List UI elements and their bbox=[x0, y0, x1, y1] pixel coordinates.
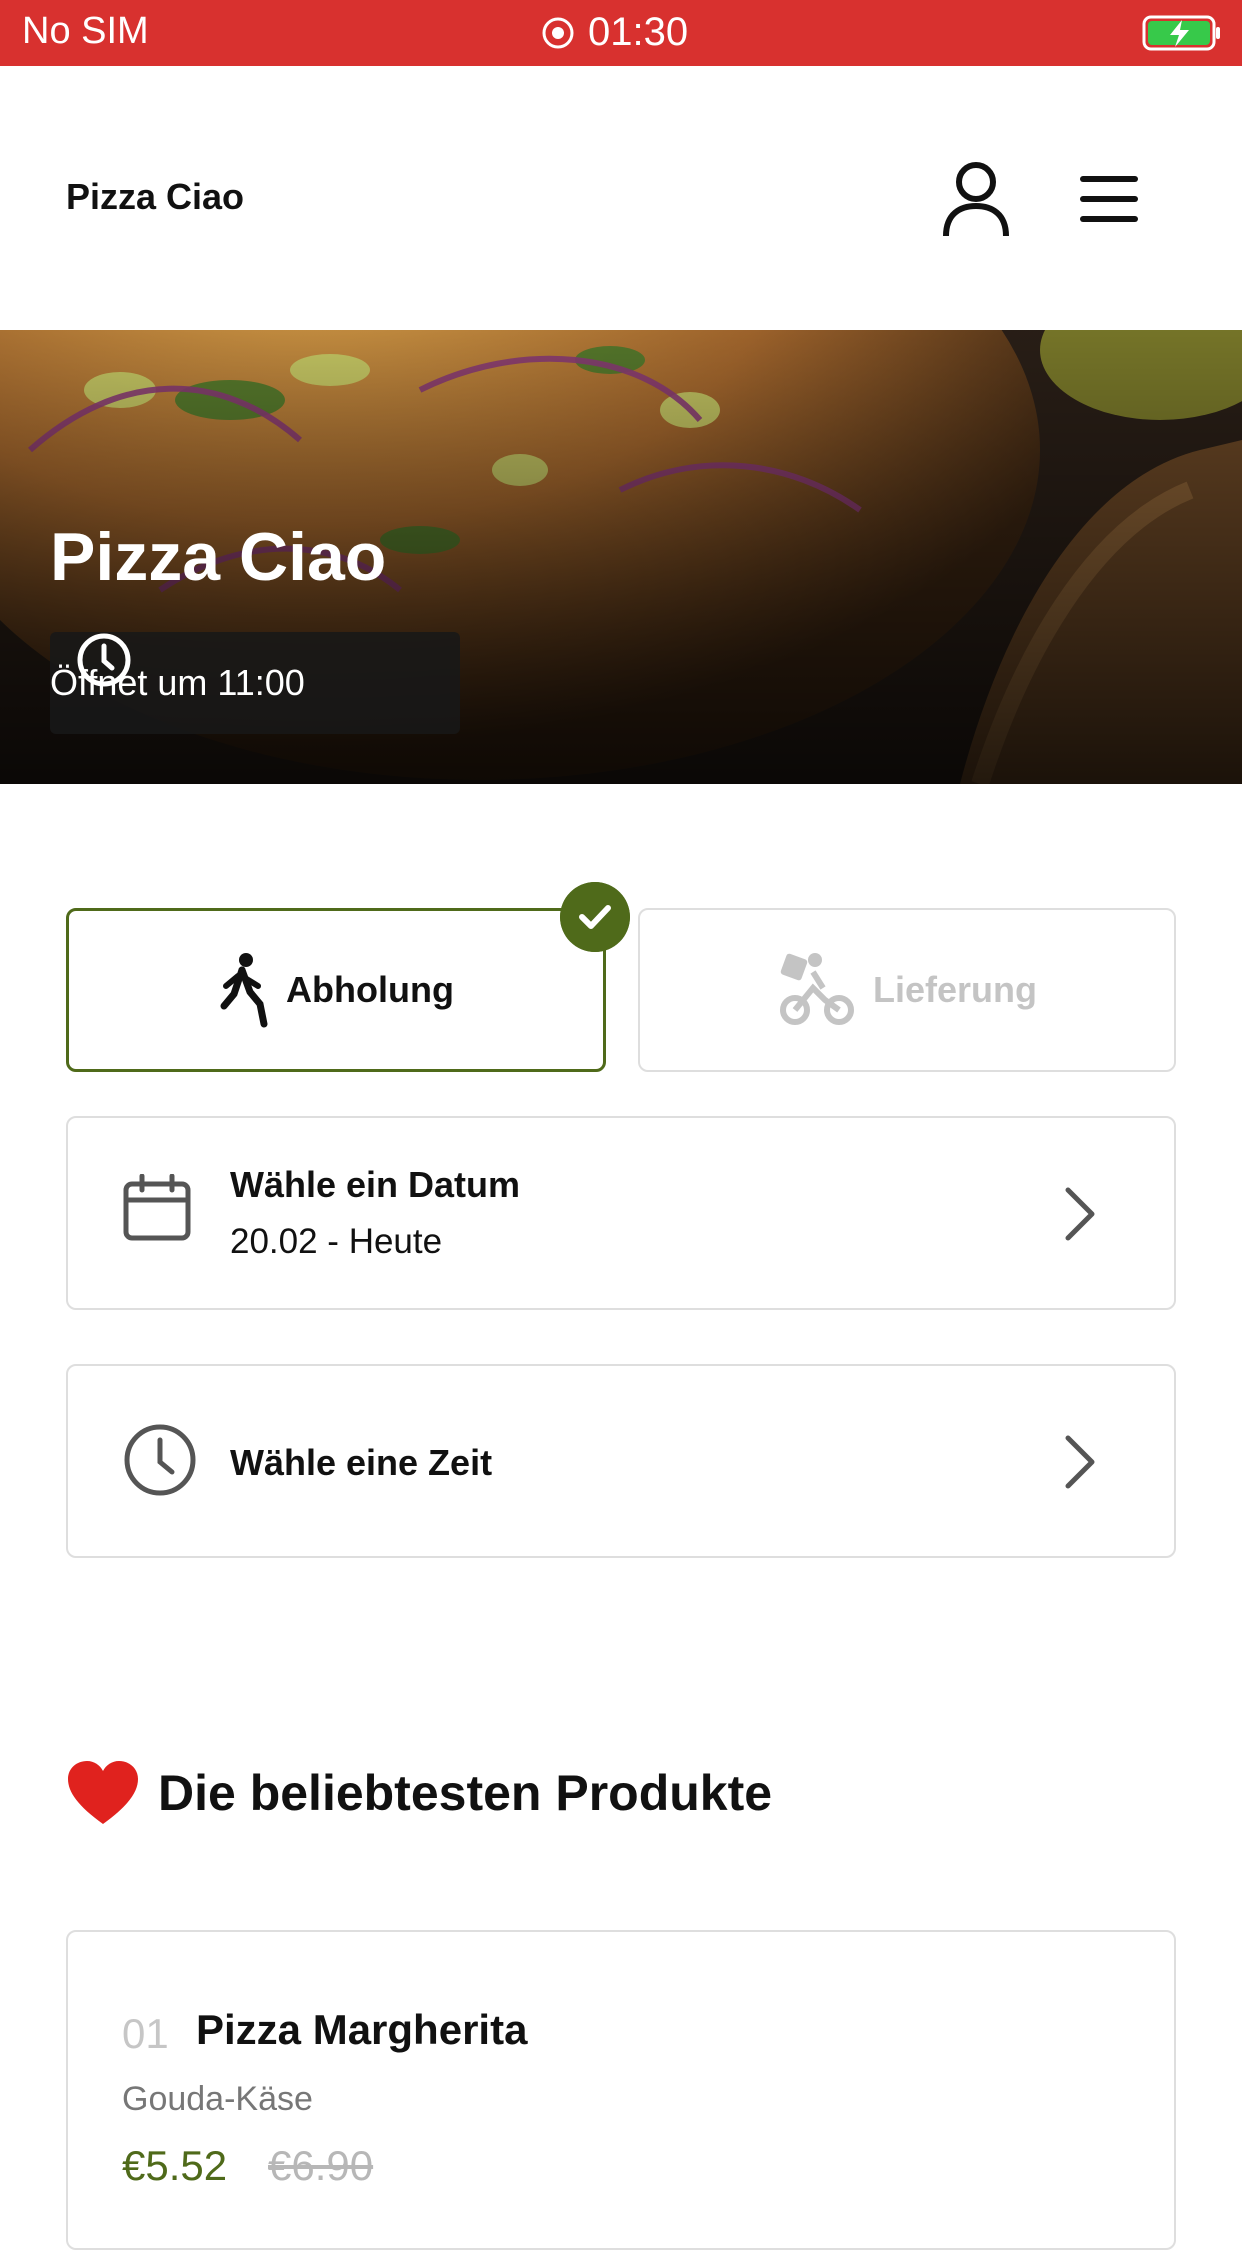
chevron-right-icon bbox=[1065, 1187, 1095, 1241]
user-icon[interactable] bbox=[940, 160, 1012, 238]
product-old-price: €6.90 bbox=[268, 2142, 374, 2189]
clock-icon bbox=[124, 1424, 196, 1496]
status-clock: 01:30 bbox=[540, 10, 688, 55]
clock-icon bbox=[77, 633, 131, 687]
time-picker-title: Wähle eine Zeit bbox=[230, 1442, 493, 1483]
opening-hours-badge: Öffnet um 11:00 bbox=[50, 632, 460, 734]
restaurant-title: Pizza Ciao bbox=[50, 519, 387, 595]
product-name: Pizza Margherita bbox=[196, 2006, 528, 2053]
product-number: 01 bbox=[122, 2010, 169, 2057]
selected-check-icon bbox=[560, 882, 630, 952]
brand-name[interactable]: Pizza Ciao bbox=[66, 176, 244, 218]
pickup-label: Abholung bbox=[286, 969, 454, 1010]
popular-products-heading: Die beliebtesten Produkte bbox=[66, 1760, 772, 1826]
top-navigation: Pizza Ciao bbox=[0, 66, 1242, 330]
recording-icon bbox=[542, 17, 574, 48]
carrier-label: No SIM bbox=[22, 10, 149, 52]
chevron-right-icon bbox=[1065, 1435, 1095, 1489]
status-bar: No SIM 01:30 bbox=[0, 0, 1242, 66]
heart-icon bbox=[68, 1761, 138, 1824]
delivery-label: Lieferung bbox=[872, 969, 1037, 1010]
product-card[interactable]: 01 Pizza Margherita Gouda-Käse €5.52 €6.… bbox=[66, 1930, 1176, 2250]
time-picker[interactable]: Wähle eine Zeit bbox=[66, 1364, 1176, 1558]
pickup-option[interactable]: Abholung bbox=[66, 908, 606, 1072]
product-description: Gouda-Käse bbox=[122, 2080, 313, 2118]
date-picker[interactable]: Wähle ein Datum 20.02 - Heute bbox=[66, 1116, 1176, 1310]
walking-person-icon bbox=[220, 953, 268, 1028]
delivery-option[interactable]: Lieferung bbox=[638, 908, 1176, 1072]
status-time: 01:30 bbox=[588, 10, 689, 54]
calendar-icon bbox=[123, 1174, 191, 1241]
delivery-bike-icon bbox=[779, 953, 854, 1025]
date-picker-value: 20.02 - Heute bbox=[230, 1222, 443, 1261]
popular-products-title: Die beliebtesten Produkte bbox=[158, 1765, 773, 1821]
battery-charging-icon bbox=[1142, 15, 1220, 51]
hamburger-menu-icon[interactable] bbox=[1076, 172, 1142, 226]
date-picker-title: Wähle ein Datum bbox=[230, 1164, 521, 1205]
product-price: €5.52 bbox=[122, 2142, 228, 2189]
hero-banner: Pizza Ciao Öffnet um 11:00 bbox=[0, 330, 1242, 784]
